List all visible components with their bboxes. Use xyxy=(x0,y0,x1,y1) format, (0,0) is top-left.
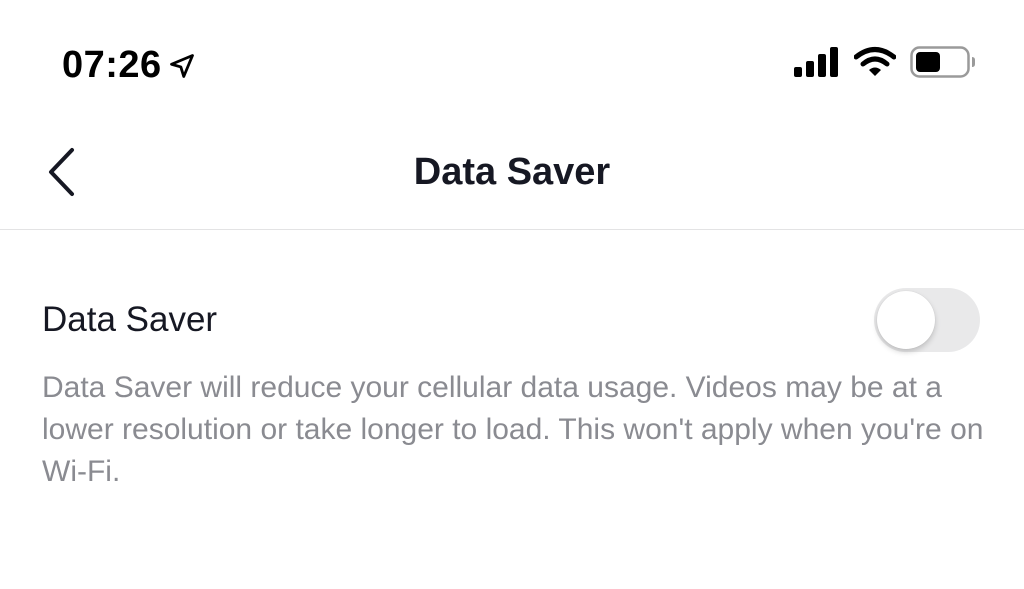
setting-description: Data Saver will reduce your cellular dat… xyxy=(42,371,984,488)
data-saver-screen: 07:26 Data Saver Data Saver Data Saver w… xyxy=(0,0,1024,589)
page-title: Data Saver xyxy=(413,151,611,193)
battery-icon xyxy=(910,46,976,83)
cellular-signal-icon xyxy=(794,47,840,82)
status-bar: 07:26 xyxy=(0,0,1024,120)
data-saver-setting-row: Data Saver xyxy=(42,284,980,356)
status-clock: 07:26 xyxy=(62,44,162,86)
wifi-icon xyxy=(853,46,897,83)
location-arrow-icon xyxy=(168,52,196,80)
status-time-group: 07:26 xyxy=(62,40,196,90)
setting-label: Data Saver xyxy=(42,300,218,339)
data-saver-toggle[interactable] xyxy=(874,288,980,352)
navigation-bar: Data Saver xyxy=(0,120,1024,230)
toggle-knob xyxy=(877,291,935,349)
status-icons xyxy=(794,46,976,83)
